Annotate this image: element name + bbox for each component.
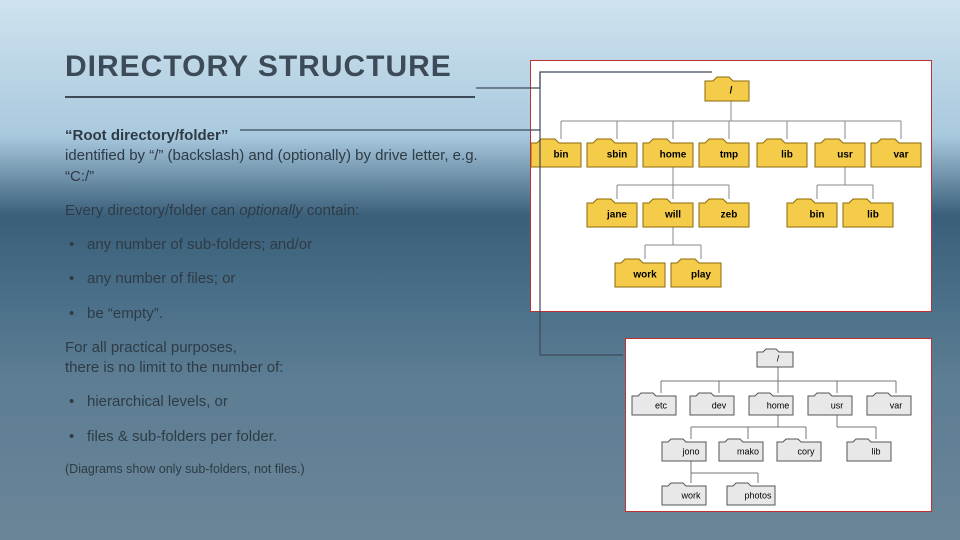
svg-text:usr: usr <box>837 150 853 161</box>
svg-text:work: work <box>680 490 701 500</box>
svg-text:home: home <box>767 400 790 410</box>
svg-text:mako: mako <box>737 446 759 456</box>
list-contain: any number of sub-folders; and/or any nu… <box>65 235 495 324</box>
footnote: (Diagrams show only sub-folders, not fil… <box>65 461 495 478</box>
list-item: be “empty”. <box>65 304 495 324</box>
svg-text:tmp: tmp <box>720 150 738 161</box>
svg-text:lib: lib <box>867 210 879 221</box>
list-limits: hierarchical levels, or files & sub-fold… <box>65 392 495 447</box>
list-item: any number of files; or <box>65 269 495 289</box>
svg-text:jane: jane <box>606 210 627 221</box>
svg-text:var: var <box>893 150 908 161</box>
svg-text:zeb: zeb <box>721 210 738 221</box>
folder-l1: bin <box>531 139 581 167</box>
diagram-yellow-tree: / bin sbin home tmp lib usr var jane wil… <box>530 60 932 312</box>
list-item: hierarchical levels, or <box>65 392 495 412</box>
svg-text:lib: lib <box>781 150 793 161</box>
svg-text:usr: usr <box>831 400 844 410</box>
root-folder-desc: identified by “/” (backslash) and (optio… <box>65 147 478 184</box>
svg-text:lib: lib <box>871 446 880 456</box>
svg-text:jono: jono <box>681 446 699 456</box>
svg-text:will: will <box>664 210 681 221</box>
list-item: files & sub-folders per folder. <box>65 427 495 447</box>
para-no-limit: For all practical purposes, there is no … <box>65 338 495 379</box>
root-folder-bold: “Root directory/folder” <box>65 127 228 144</box>
svg-text:work: work <box>632 270 657 281</box>
svg-text:etc: etc <box>655 400 668 410</box>
svg-text:play: play <box>691 270 711 281</box>
svg-text:dev: dev <box>712 400 727 410</box>
svg-text:sbin: sbin <box>607 150 628 161</box>
para-root-folder: “Root directory/folder” identified by “/… <box>65 126 495 187</box>
list-item: any number of sub-folders; and/or <box>65 235 495 255</box>
svg-text:bin: bin <box>554 150 569 161</box>
svg-text:home: home <box>660 150 687 161</box>
para-optionally-contain: Every directory/folder can optionally co… <box>65 201 495 221</box>
folder-root: / <box>705 77 749 101</box>
svg-text:bin: bin <box>810 210 825 221</box>
title-underline <box>65 96 475 98</box>
slide: DIRECTORY STRUCTURE “Root directory/fold… <box>0 0 960 540</box>
diagram-gray-tree: / etc dev home usr var jono mako cory li… <box>625 338 932 512</box>
svg-text:cory: cory <box>797 446 815 456</box>
body-text: “Root directory/folder” identified by “/… <box>65 126 495 478</box>
svg-text:var: var <box>890 400 903 410</box>
svg-text:photos: photos <box>744 490 772 500</box>
svg-text:/: / <box>730 86 733 97</box>
